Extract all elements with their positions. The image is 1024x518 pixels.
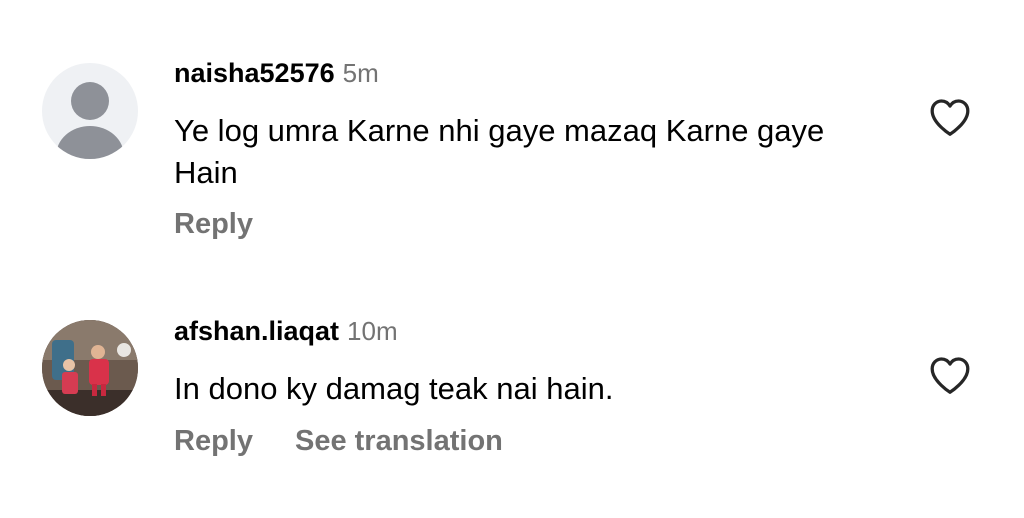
comment-username[interactable]: afshan.liaqat [174, 316, 339, 346]
reply-button[interactable]: Reply [174, 425, 253, 457]
comment-actions: Reply See translation [174, 425, 545, 458]
comment-timestamp: 10m [347, 316, 398, 346]
comment-item: afshan.liaqat 10m In dono ky damag teak n… [0, 0, 1024, 518]
comment-meta: afshan.liaqat 10m [174, 316, 398, 347]
avatar-photo [42, 320, 138, 416]
comment-text: In dono ky damag teak nai hain. [174, 371, 614, 406]
heart-outline-icon[interactable] [928, 355, 972, 395]
avatar[interactable] [42, 320, 138, 416]
see-translation-button[interactable]: See translation [295, 425, 503, 457]
